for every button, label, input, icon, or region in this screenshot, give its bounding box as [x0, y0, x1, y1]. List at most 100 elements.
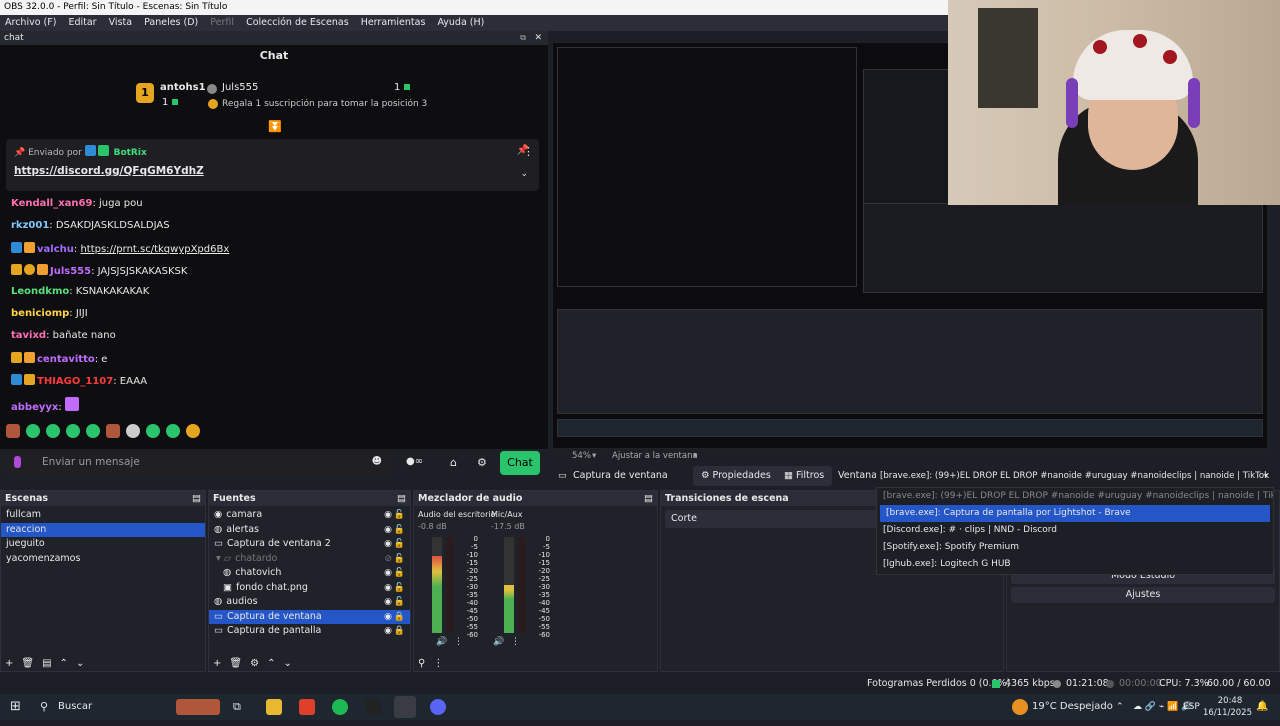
- remove-icon[interactable]: 🗑: [21, 658, 34, 669]
- chat-link[interactable]: https://prnt.sc/tkqwypXpd6Bx: [80, 244, 229, 255]
- link-icon[interactable]: ⚲: [418, 658, 425, 669]
- emote-icon[interactable]: [46, 424, 60, 438]
- undock-icon[interactable]: ⧉: [520, 31, 526, 45]
- more-options-icon[interactable]: ⋮: [433, 658, 443, 669]
- move-up-icon[interactable]: ⌃: [60, 658, 68, 669]
- lock-icon[interactable]: 🔓: [394, 537, 405, 552]
- dropdown-option[interactable]: [lghub.exe]: Logitech G HUB: [877, 556, 1273, 573]
- visibility-icon[interactable]: ◉: [384, 610, 392, 625]
- add-icon[interactable]: +: [5, 658, 13, 669]
- taskbar-search[interactable]: Buscar: [58, 694, 92, 720]
- window-select[interactable]: [brave.exe]: (99+)EL DROP EL DROP #nanoi…: [876, 468, 1272, 484]
- scene-item[interactable]: yacomenzamos: [1, 552, 205, 567]
- lock-icon[interactable]: 🔓: [394, 508, 405, 523]
- source-item[interactable]: ◍ audios ◉ 🔓: [209, 595, 410, 610]
- chat-user[interactable]: THIAGO_1107: [37, 376, 113, 387]
- menu-herramientas[interactable]: Herramientas: [361, 15, 426, 31]
- remove-icon[interactable]: 🗑: [229, 658, 242, 669]
- source-item[interactable]: ▭ Captura de ventana ◉ 🔒: [209, 609, 410, 625]
- dock-menu-icon[interactable]: ▤: [397, 491, 406, 506]
- fit-mode[interactable]: Ajustar a la ventana: [612, 451, 698, 461]
- chat-user[interactable]: Juls555: [50, 266, 91, 277]
- more-options-icon[interactable]: ⋮: [523, 145, 534, 158]
- dock-menu-icon[interactable]: ▤: [192, 491, 201, 506]
- lock-icon[interactable]: 🔓: [394, 595, 405, 610]
- chat-user[interactable]: tavixd: [11, 330, 46, 341]
- collapse-arrow-icon[interactable]: ▾: [216, 553, 221, 564]
- properties-button[interactable]: ⚙ Propiedades: [693, 466, 779, 486]
- visibility-icon[interactable]: ◉: [384, 581, 392, 596]
- search-icon[interactable]: ⚲: [40, 694, 48, 720]
- language-indicator[interactable]: ESP: [1183, 694, 1200, 720]
- pinned-link[interactable]: https://discord.gg/QFqGM6YdhZ: [14, 165, 204, 177]
- menu-perfil[interactable]: Perfil: [210, 15, 234, 31]
- visibility-icon[interactable]: ◉: [384, 566, 392, 581]
- dropdown-arrow-icon[interactable]: ▾: [693, 451, 697, 461]
- zoom-level[interactable]: 54%: [572, 451, 591, 461]
- task-view-icon[interactable]: ⧉: [233, 694, 241, 720]
- source-item[interactable]: ▭ Captura de pantalla ◉ 🔒: [209, 624, 410, 639]
- chat-user[interactable]: valchu: [37, 244, 74, 255]
- windows-start-icon[interactable]: ⊞: [10, 694, 21, 720]
- store-icon[interactable]: ⌂: [450, 456, 457, 469]
- chat-send-button[interactable]: Chat: [500, 451, 540, 475]
- mic-icon[interactable]: [14, 456, 21, 468]
- emote-icon[interactable]: [66, 424, 80, 438]
- source-item[interactable]: ▣ fondo chat.png ◉ 🔓: [209, 581, 410, 596]
- emoji-icon[interactable]: ☻: [372, 456, 382, 467]
- chat-user[interactable]: Kendall_xan69: [11, 198, 92, 209]
- select-arrow-icon[interactable]: ▾: [1264, 465, 1268, 487]
- lock-icon[interactable]: 🔓: [394, 552, 405, 567]
- dock-menu-icon[interactable]: ▤: [644, 491, 653, 506]
- visibility-icon[interactable]: ◉: [384, 523, 392, 538]
- emote-icon[interactable]: [106, 424, 120, 438]
- connect-icon[interactable]: ●∞: [406, 456, 423, 467]
- gear-icon[interactable]: ⚙: [250, 658, 259, 669]
- visibility-off-icon[interactable]: ⊘: [384, 552, 392, 567]
- source-item[interactable]: ◍ alertas ◉ 🔓: [209, 523, 410, 538]
- obs-icon[interactable]: [394, 696, 416, 718]
- visibility-icon[interactable]: ◉: [384, 508, 392, 523]
- chat-user[interactable]: abbeyyx: [11, 402, 58, 413]
- lock-icon[interactable]: 🔓: [394, 566, 405, 581]
- source-item[interactable]: ◍ chatovich ◉ 🔓: [209, 566, 410, 581]
- emote-icon[interactable]: [186, 424, 200, 438]
- filters-button[interactable]: ▦ Filtros: [776, 466, 833, 486]
- channel-menu-icon[interactable]: ⋮: [454, 637, 463, 647]
- scroll-down-icon[interactable]: ⏬: [268, 120, 282, 133]
- tray-chevron-icon[interactable]: ⌃: [1116, 694, 1124, 720]
- chat-input-box[interactable]: Enviar un mensaje ☻: [6, 450, 392, 476]
- weather-text[interactable]: 19°C Despejado: [1032, 694, 1113, 720]
- clock-date[interactable]: 16/11/2025: [1203, 700, 1252, 726]
- source-item[interactable]: ◉ camara ◉ 🔓: [209, 508, 410, 523]
- brave-icon[interactable]: [299, 699, 315, 715]
- volume-slider-track[interactable]: [446, 537, 454, 633]
- emote-icon[interactable]: [126, 424, 140, 438]
- close-icon[interactable]: ✕: [534, 31, 542, 45]
- volume-slider-track[interactable]: [518, 537, 526, 633]
- dropdown-option[interactable]: [brave.exe]: (99+)EL DROP EL DROP #nanoi…: [877, 488, 1273, 505]
- menu-archivo[interactable]: Archivo (F): [5, 15, 56, 31]
- emote-icon[interactable]: [86, 424, 100, 438]
- settings-button[interactable]: Ajustes: [1011, 587, 1275, 603]
- dropdown-arrow-icon[interactable]: ▾: [592, 451, 596, 461]
- discord-icon[interactable]: [430, 699, 446, 715]
- menu-paneles[interactable]: Paneles (D): [144, 15, 198, 31]
- channel-menu-icon[interactable]: ⋮: [511, 637, 520, 647]
- app-icon[interactable]: [365, 699, 381, 715]
- lock-icon[interactable]: 🔓: [394, 581, 405, 596]
- visibility-icon[interactable]: ◉: [384, 595, 392, 610]
- speaker-icon[interactable]: 🔊: [436, 637, 447, 647]
- file-explorer-icon[interactable]: [266, 699, 282, 715]
- speaker-icon[interactable]: 🔊: [493, 637, 504, 647]
- emote-icon[interactable]: [166, 424, 180, 438]
- filter-icon[interactable]: ▤: [42, 658, 51, 669]
- chat-user[interactable]: rkz001: [11, 220, 49, 231]
- settings-gear-icon[interactable]: ⚙: [477, 456, 487, 469]
- menu-vista[interactable]: Vista: [109, 15, 132, 31]
- move-down-icon[interactable]: ⌄: [76, 658, 84, 669]
- scene-item[interactable]: fullcam: [1, 508, 205, 523]
- source-item[interactable]: ▭ Captura de ventana 2 ◉ 🔓: [209, 537, 410, 552]
- dropdown-option-selected[interactable]: [brave.exe]: Captura de pantalla por Lig…: [880, 505, 1270, 522]
- lock-icon[interactable]: 🔒: [394, 624, 405, 639]
